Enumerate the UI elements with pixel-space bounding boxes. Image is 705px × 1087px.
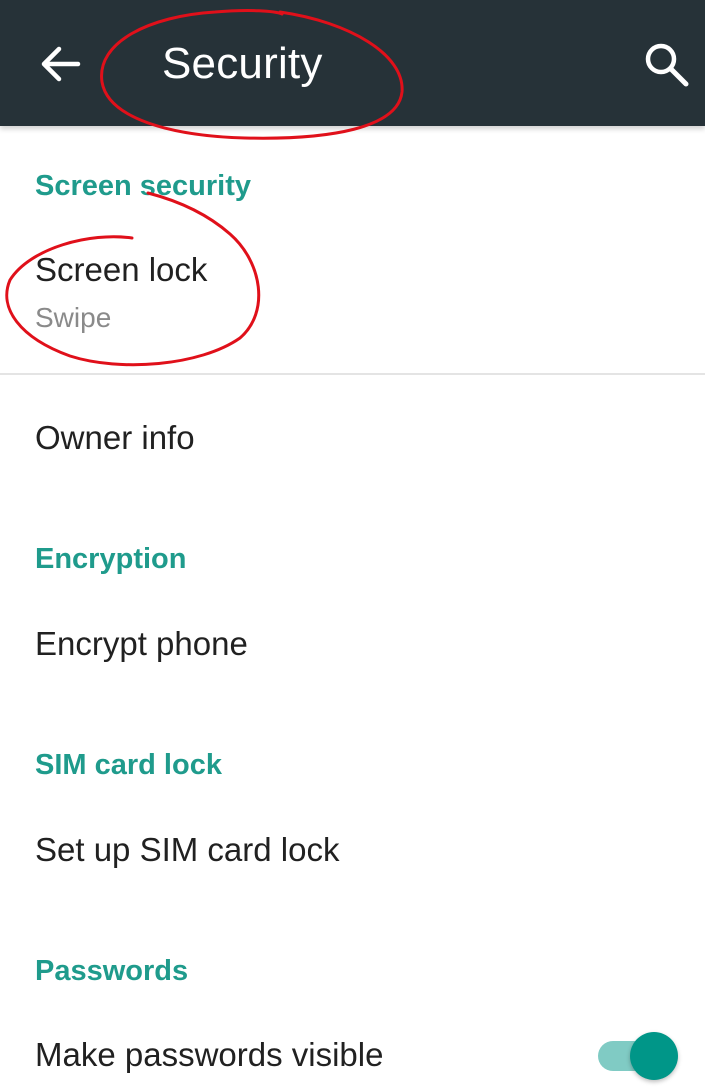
make-passwords-visible-title: Make passwords visible <box>35 1036 384 1073</box>
section-header-encryption: Encryption <box>35 543 187 575</box>
encrypt-phone-title: Encrypt phone <box>35 625 248 662</box>
section-header-screen-security: Screen security <box>35 170 252 202</box>
section-header-sim-card-lock: SIM card lock <box>35 749 222 781</box>
owner-info-title: Owner info <box>35 419 195 456</box>
page-title: Security <box>162 39 323 88</box>
set-up-sim-card-lock-title: Set up SIM card lock <box>35 831 340 868</box>
toggle-thumb <box>630 1032 678 1080</box>
screen-lock-summary: Swipe <box>35 302 112 333</box>
make-passwords-visible-toggle[interactable] <box>596 1030 684 1080</box>
arrow-left-icon <box>41 46 81 82</box>
search-icon <box>645 43 689 87</box>
app-bar: Security <box>0 0 705 126</box>
back-button[interactable] <box>32 36 88 92</box>
section-header-passwords: Passwords <box>35 955 189 987</box>
divider <box>0 373 705 375</box>
screen-lock-title: Screen lock <box>35 251 208 288</box>
search-button[interactable] <box>636 34 696 94</box>
security-settings-screen: Security Screen security Screen lock Swi… <box>0 0 705 1087</box>
